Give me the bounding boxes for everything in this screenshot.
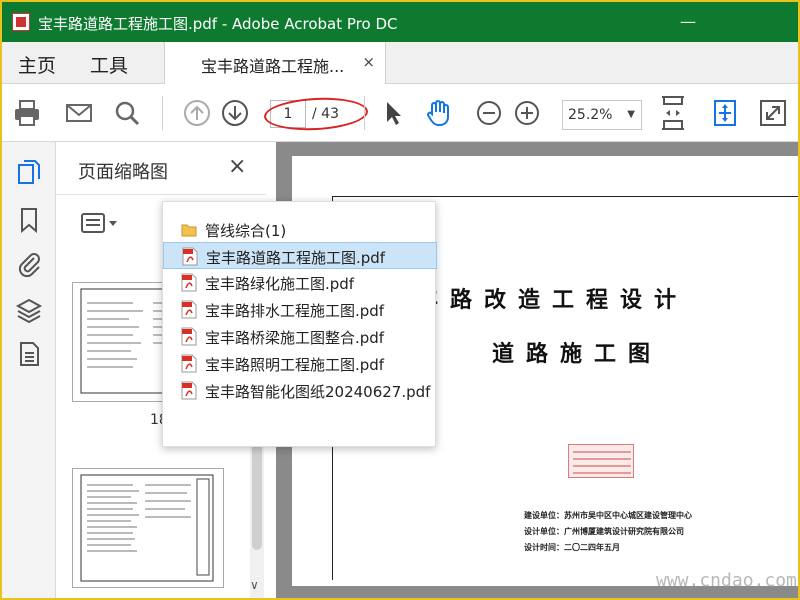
- pdf-icon: [181, 381, 197, 400]
- file-list-dropdown: 管线综合(1) 宝丰路道路工程施工图.pdf 宝丰路绿化施工图.pdf 宝丰路排…: [162, 201, 437, 447]
- file-name: 宝丰路智能化图纸20240627.pdf: [205, 383, 431, 401]
- window-title: 宝丰路道路工程施工图.pdf - Adobe Acrobat Pro DC: [38, 15, 398, 33]
- tools-tab[interactable]: 工具: [90, 51, 128, 78]
- pdf-icon: [181, 273, 197, 292]
- zoom-value: 25.2%: [568, 107, 613, 123]
- search-icon[interactable]: [112, 98, 142, 128]
- watermark: www.cndao.com: [656, 570, 797, 591]
- design-unit: 设计单位：广州博厦建筑设计研究院有限公司: [524, 527, 684, 536]
- title-bar: 宝丰路道路工程施工图.pdf - Adobe Acrobat Pro DC —: [2, 2, 798, 42]
- pdf-icon: [182, 247, 198, 266]
- menu-bar: 主页 工具 宝丰路道路工程施... ×: [2, 42, 798, 84]
- fit-width-icon[interactable]: [710, 98, 740, 128]
- pdf-icon: [181, 300, 197, 319]
- email-icon[interactable]: [64, 98, 94, 128]
- design-time: 设计时间：二〇二四年五月: [524, 543, 620, 552]
- print-icon[interactable]: [12, 98, 42, 128]
- chevron-down-icon: ▼: [627, 109, 635, 120]
- bookmark-icon[interactable]: [15, 206, 43, 234]
- main-toolbar: 1 / 43 25.2% ▼: [2, 84, 798, 142]
- file-name: 宝丰路照明工程施工图.pdf: [205, 356, 385, 374]
- file-item[interactable]: 宝丰路排水工程施工图.pdf: [163, 296, 437, 323]
- file-name: 宝丰路道路工程施工图.pdf: [206, 249, 386, 267]
- close-icon[interactable]: ×: [228, 154, 246, 179]
- thumbnail-preview: [80, 474, 214, 582]
- thumbnail-options-button[interactable]: [80, 210, 120, 236]
- zoom-in-icon[interactable]: [512, 98, 542, 128]
- zoom-out-icon[interactable]: [474, 98, 504, 128]
- document-title: 宝丰路改造工程设计: [382, 287, 689, 313]
- minimize-button[interactable]: —: [666, 2, 710, 42]
- file-name: 管线综合(1): [205, 222, 287, 240]
- page-thumbnails-icon[interactable]: [15, 158, 43, 186]
- document-tab-label: 宝丰路道路工程施...: [201, 57, 345, 76]
- layers-icon[interactable]: [15, 296, 43, 324]
- file-item[interactable]: 宝丰路绿化施工图.pdf: [163, 269, 437, 296]
- file-item[interactable]: 宝丰路照明工程施工图.pdf: [163, 350, 437, 377]
- file-item[interactable]: 宝丰路桥梁施工图整合.pdf: [163, 323, 437, 350]
- acrobat-app-icon: [12, 13, 30, 31]
- panel-divider: [56, 194, 266, 195]
- home-tab[interactable]: 主页: [18, 51, 56, 78]
- document-subtitle: 道路施工图: [492, 341, 663, 367]
- file-name: 宝丰路桥梁施工图整合.pdf: [205, 329, 385, 347]
- document-tab[interactable]: 宝丰路道路工程施... ×: [164, 42, 386, 84]
- file-item-selected[interactable]: 宝丰路道路工程施工图.pdf: [163, 242, 437, 269]
- app-window: 宝丰路道路工程施工图.pdf - Adobe Acrobat Pro DC — …: [2, 2, 798, 598]
- folder-item[interactable]: 管线综合(1): [163, 216, 437, 243]
- tab-close-icon[interactable]: ×: [362, 53, 375, 71]
- folder-icon: [181, 224, 197, 237]
- page-down-icon[interactable]: [220, 98, 250, 128]
- hand-tool-icon[interactable]: [424, 98, 454, 128]
- toolbar-separator: [162, 96, 163, 130]
- seal-stamp: [568, 444, 634, 478]
- toolbar-separator: [364, 96, 365, 130]
- file-name: 宝丰路绿化施工图.pdf: [205, 275, 355, 293]
- file-item[interactable]: 宝丰路智能化图纸20240627.pdf: [163, 377, 437, 404]
- attachment-icon[interactable]: [15, 250, 43, 278]
- fullscreen-icon[interactable]: [758, 98, 788, 128]
- panel-title: 页面缩略图: [78, 162, 168, 183]
- zoom-select[interactable]: 25.2% ▼: [562, 100, 642, 130]
- fit-page-icon[interactable]: [658, 94, 688, 132]
- select-cursor-icon[interactable]: [378, 98, 408, 128]
- page-thumbnail[interactable]: [72, 468, 224, 588]
- build-unit: 建设单位：苏州市吴中区中心城区建设管理中心: [524, 511, 692, 520]
- file-name: 宝丰路排水工程施工图.pdf: [205, 302, 385, 320]
- page-up-icon[interactable]: [182, 98, 212, 128]
- pdf-icon: [181, 354, 197, 373]
- navigation-pane: [2, 142, 56, 598]
- chevron-down-icon[interactable]: ∨: [250, 578, 259, 592]
- pdf-icon: [181, 327, 197, 346]
- document-icon[interactable]: [15, 340, 43, 368]
